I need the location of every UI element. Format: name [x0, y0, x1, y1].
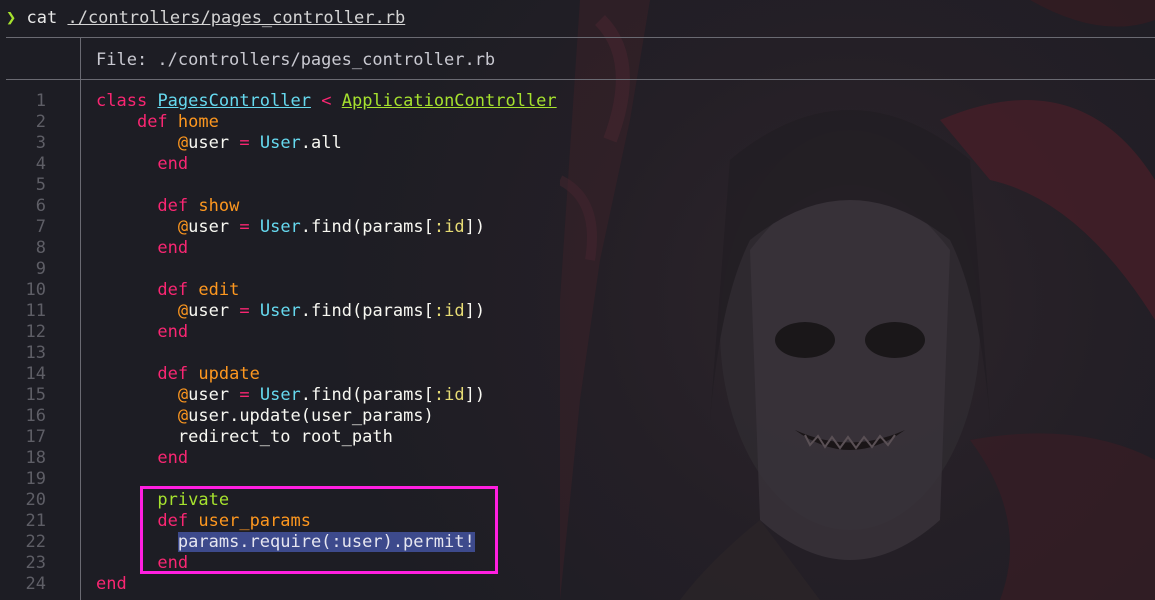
file-header: File: ./controllers/pages_controller.rb	[96, 50, 496, 70]
line-number: 22	[25, 532, 46, 552]
line-number: 21	[25, 511, 46, 531]
code-line: 24 end	[0, 574, 1155, 595]
line-number: 16	[25, 406, 46, 426]
line-number: 12	[25, 322, 46, 342]
code-line: 6 def show	[0, 196, 1155, 217]
code-line: 19	[0, 469, 1155, 490]
line-number: 9	[35, 259, 46, 279]
line-number: 1	[35, 91, 46, 111]
line-number: 6	[35, 196, 46, 216]
code-line: 20 private	[0, 490, 1155, 511]
line-number: 23	[25, 553, 46, 573]
line-number: 8	[35, 238, 46, 258]
code-line: 18 end	[0, 448, 1155, 469]
header-divider	[6, 79, 1155, 80]
code-line: 22 params.require(:user).permit!	[0, 532, 1155, 553]
code-line: 13	[0, 343, 1155, 364]
code-line: 5	[0, 175, 1155, 196]
code-line: 17 redirect_to root_path	[0, 427, 1155, 448]
line-number: 11	[25, 301, 46, 321]
line-number: 13	[25, 343, 46, 363]
code-line: 21 def user_params	[0, 511, 1155, 532]
code-line: 7 @user = User.find(params[:id])	[0, 217, 1155, 238]
command-name: cat	[26, 8, 58, 28]
code-line: 16 @user.update(user_params)	[0, 406, 1155, 427]
line-number: 10	[25, 280, 46, 300]
line-number: 14	[25, 364, 46, 384]
code-view[interactable]: 1 class PagesController < ApplicationCont…	[0, 91, 1155, 595]
line-number: 19	[25, 469, 46, 489]
line-number: 24	[25, 574, 46, 594]
line-number: 5	[35, 175, 46, 195]
line-number: 7	[35, 217, 46, 237]
line-number: 4	[35, 154, 46, 174]
line-number: 15	[25, 385, 46, 405]
code-line: 23 end	[0, 553, 1155, 574]
code-line: 14 def update	[0, 364, 1155, 385]
code-line: 4 end	[0, 154, 1155, 175]
code-line: 15 @user = User.find(params[:id])	[0, 385, 1155, 406]
class-name: PagesController	[157, 91, 311, 111]
code-line: 12 end	[0, 322, 1155, 343]
top-divider	[6, 37, 1155, 38]
code-line: 3 @user = User.all	[0, 133, 1155, 154]
line-number: 17	[25, 427, 46, 447]
selected-text[interactable]: params.require(:user).permit!	[177, 532, 475, 552]
line-number: 20	[25, 490, 46, 510]
code-line: 11 @user = User.find(params[:id])	[0, 301, 1155, 322]
prompt-chevron-icon: ❯	[6, 8, 17, 28]
code-line: 2 def home	[0, 112, 1155, 133]
code-line: 1 class PagesController < ApplicationCont…	[0, 91, 1155, 112]
line-number: 3	[35, 133, 46, 153]
code-line: 8 end	[0, 238, 1155, 259]
header-gutter-divider	[80, 37, 81, 79]
private-keyword: private	[157, 490, 230, 510]
parent-class: ApplicationController	[341, 91, 557, 111]
shell-prompt[interactable]: ❯ cat ./controllers/pages_controller.rb	[6, 8, 405, 29]
code-line: 9	[0, 259, 1155, 280]
terminal-window[interactable]: ❯ cat ./controllers/pages_controller.rb …	[0, 0, 1155, 600]
line-number: 18	[25, 448, 46, 468]
line-number: 2	[35, 112, 46, 132]
command-argument-path[interactable]: ./controllers/pages_controller.rb	[67, 8, 405, 28]
code-line: 10 def edit	[0, 280, 1155, 301]
